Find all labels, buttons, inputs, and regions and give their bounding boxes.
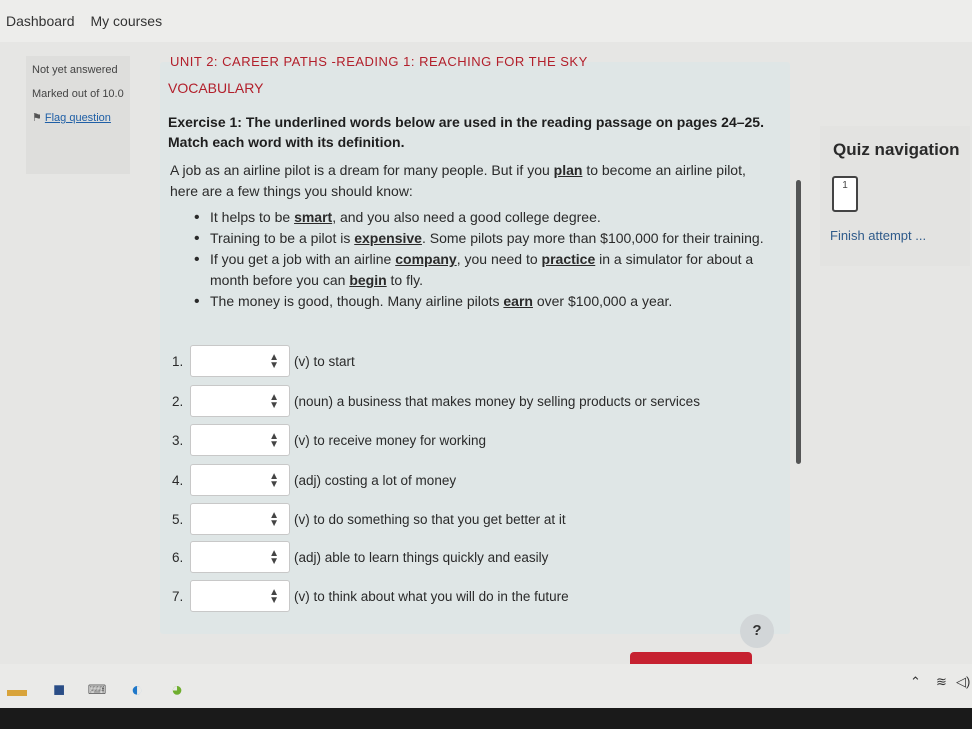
wifi-icon[interactable]: ≋ (936, 674, 947, 690)
dashboard-link[interactable]: Dashboard (6, 13, 75, 29)
answer-select[interactable]: ▲ ▼ (190, 580, 290, 612)
updown-icon: ▲ ▼ (269, 431, 279, 450)
match-row-5: 5. ▲ ▼ (v) to do something so that you get … (172, 503, 566, 535)
answer-select[interactable]: ▲ ▼ (190, 464, 290, 496)
answer-select[interactable]: ▲ ▼ (190, 541, 290, 573)
edge-browser-icon[interactable]: ◐ (124, 678, 150, 702)
list-item: If you get a job with an airline company… (194, 249, 770, 291)
unit-title: UNIT 2: CAREER PATHS -READING 1: REACHIN… (170, 54, 588, 69)
updown-icon: ▲ ▼ (269, 548, 279, 567)
match-row-3: 3. ▲ ▼ (v) to receive money for working (172, 424, 486, 456)
app-icon[interactable]: ◕ (164, 678, 190, 702)
question-marks: Marked out of 10.0 (32, 88, 124, 100)
store-icon[interactable]: ■ (46, 678, 72, 702)
exercise-instructions: Exercise 1: The underlined words below a… (168, 114, 764, 150)
section-title: VOCABULARY (168, 80, 264, 96)
submit-button[interactable] (630, 652, 752, 664)
flag-question-link[interactable]: ⚑ Flag question (32, 110, 124, 126)
answer-select[interactable]: ▲ ▼ (190, 503, 290, 535)
question-info-panel: Not yet answered Marked out of 10.0 ⚑ Fla… (26, 56, 130, 174)
match-row-1: 1. ▲ ▼ (v) to start (172, 345, 355, 377)
bullet-list: It helps to be smart, and you also need … (194, 207, 770, 312)
updown-icon: ▲ ▼ (269, 510, 279, 529)
screen-bezel (0, 708, 972, 729)
match-row-4: 4. ▲ ▼ (adj) costing a lot of money (172, 464, 456, 496)
question-1-button[interactable]: 1 (832, 176, 858, 212)
underlined-word: plan (553, 162, 583, 178)
chevron-up-icon[interactable]: ⌃ (910, 674, 921, 690)
help-button[interactable]: ? (740, 614, 774, 648)
folder-icon[interactable]: ▬ (4, 678, 30, 702)
list-item: The money is good, though. Many airline … (194, 291, 770, 312)
updown-icon: ▲ ▼ (269, 587, 279, 606)
list-item: It helps to be smart, and you also need … (194, 207, 770, 228)
finish-attempt-link[interactable]: Finish attempt ... (830, 228, 926, 243)
updown-icon: ▲ ▼ (269, 392, 279, 411)
updown-icon: ▲ ▼ (269, 352, 279, 371)
match-row-2: 2. ▲ ▼ (noun) a business that makes money b… (172, 385, 700, 417)
top-navigation: Dashboard My courses (0, 0, 972, 42)
match-row-7: 7. ▲ ▼ (v) to think about what you will do … (172, 580, 569, 612)
answer-select[interactable]: ▲ ▼ (190, 345, 290, 377)
scrollbar[interactable] (796, 180, 801, 464)
speaker-icon[interactable]: ◁) (956, 674, 970, 690)
answer-select[interactable]: ▲ ▼ (190, 424, 290, 456)
question-status: Not yet answered (32, 64, 118, 76)
intro-paragraph: A job as an airline pilot is a dream for… (170, 162, 746, 199)
list-item: Training to be a pilot is expensive. Som… (194, 228, 770, 249)
flag-icon: ⚑ (32, 112, 42, 124)
keyboard-icon[interactable]: ⌨ (84, 678, 110, 702)
updown-icon: ▲ ▼ (269, 471, 279, 490)
my-courses-link[interactable]: My courses (91, 13, 163, 29)
quiz-navigation-title: Quiz navigation (833, 140, 960, 159)
match-row-6: 6. ▲ ▼ (adj) able to learn things quickly a… (172, 541, 548, 573)
answer-select[interactable]: ▲ ▼ (190, 385, 290, 417)
